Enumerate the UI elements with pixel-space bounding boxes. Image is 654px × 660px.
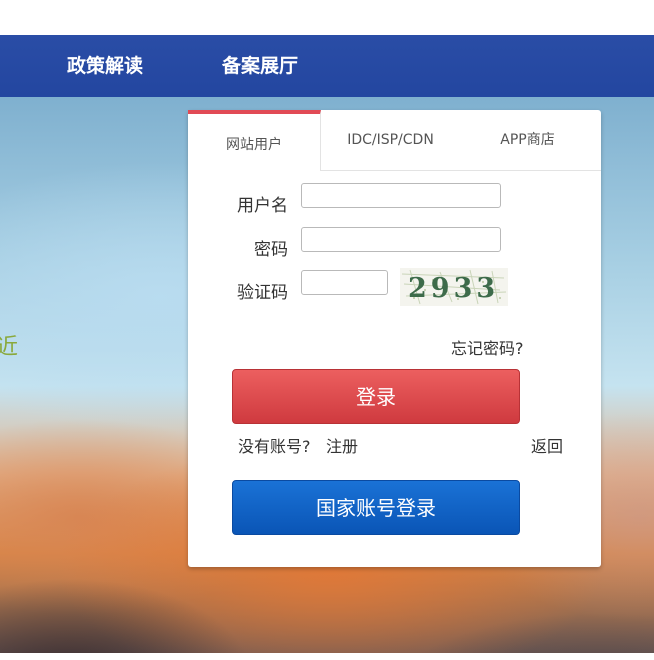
nav-item-policy[interactable]: 政策解读 (67, 35, 143, 97)
password-label: 密码 (254, 240, 288, 260)
login-tabs: 网站用户 IDC/ISP/CDN APP商店 (188, 110, 601, 171)
hero-side-text: 近 (0, 335, 19, 360)
top-bar (0, 0, 654, 35)
password-input[interactable] (301, 227, 501, 252)
captcha-input[interactable] (301, 270, 388, 295)
nav-item-filing-hall[interactable]: 备案展厅 (222, 35, 298, 97)
tab-app-store[interactable]: APP商店 (460, 110, 595, 170)
login-button[interactable]: 登录 (232, 369, 520, 424)
tab-idc-isp-cdn[interactable]: IDC/ISP/CDN (323, 110, 458, 170)
no-account-text: 没有账号? (238, 437, 311, 456)
back-link[interactable]: 返回 (531, 433, 563, 457)
username-label: 用户名 (237, 196, 288, 216)
login-card: 网站用户 IDC/ISP/CDN APP商店 用户名 密码 验证码 2933 忘… (188, 110, 601, 567)
tab-website-user[interactable]: 网站用户 (188, 110, 321, 171)
register-link[interactable]: 注册 (326, 433, 358, 457)
national-account-login-button[interactable]: 国家账号登录 (232, 480, 520, 535)
captcha-label: 验证码 (237, 283, 288, 303)
forgot-password-link[interactable]: 忘记密码? (451, 335, 524, 359)
captcha-text: 2933 (408, 273, 499, 304)
bottom-strip (0, 653, 654, 660)
captcha-image[interactable]: 2933 (400, 268, 508, 306)
main-nav: 政策解读 备案展厅 (0, 35, 654, 97)
username-input[interactable] (301, 183, 501, 208)
